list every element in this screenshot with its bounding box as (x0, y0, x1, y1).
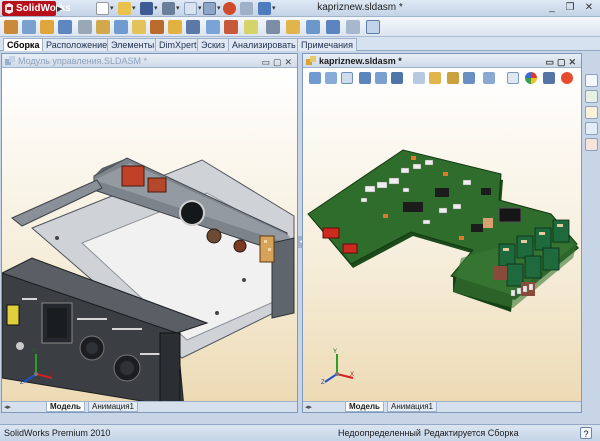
interference-detection-icon[interactable] (244, 20, 258, 34)
assembly-visualization-icon[interactable] (346, 20, 360, 34)
title-bar: SolidWorks ▶ ▾ ▾ ▾ ▾ ▾ ▾ ▾ kapriznew.sld… (0, 0, 600, 17)
tab-scroll-arrows-icon[interactable]: ◂▸ (4, 403, 11, 411)
reference-geometry-icon[interactable] (150, 20, 164, 34)
tab-scroll-arrows-icon[interactable]: ◂▸ (305, 403, 312, 411)
left-bottom-tabs: ◂▸ Модель Анимация1 (2, 401, 297, 412)
right-graphics-area[interactable]: Y X Z (303, 68, 581, 412)
edit-component-icon[interactable] (4, 20, 18, 34)
file-explorer-icon[interactable] (585, 106, 598, 119)
tab-evaluate[interactable]: Анализировать (228, 38, 300, 51)
coordinate-triad-icon (324, 354, 354, 383)
axis-label-x: X (350, 372, 355, 378)
show-hidden-icon[interactable] (114, 20, 128, 34)
axis-label-y: Y (32, 349, 37, 355)
axis-label-x: X (49, 372, 54, 378)
exploded-view-icon[interactable] (206, 20, 220, 34)
right-window-title-bar[interactable]: kapriznew.sldasm * ▭▢✕ (303, 54, 581, 68)
view-palette-icon[interactable] (585, 122, 598, 135)
document-title: kapriznew.sldasm * (317, 2, 403, 13)
smart-fasteners-icon[interactable] (78, 20, 92, 34)
bill-of-materials-icon[interactable] (186, 20, 200, 34)
linear-pattern-icon[interactable] (58, 20, 72, 34)
explode-line-sketch-icon[interactable] (224, 20, 238, 34)
axis-label-z: Z (20, 380, 24, 386)
close-button[interactable]: ✕ (581, 2, 597, 15)
insert-components-icon[interactable] (22, 20, 36, 34)
right-bottom-tabs: ◂▸ Модель Анимация1 (303, 401, 581, 412)
tab-dimxpert[interactable]: DimXpert (155, 38, 201, 51)
coordinate-triad-icon (23, 354, 53, 383)
status-definition-state: Недоопределенный (338, 428, 421, 438)
measure-icon[interactable] (306, 20, 320, 34)
tab-features[interactable]: Элементы (107, 38, 159, 51)
tab-assembly[interactable]: Сборка (3, 38, 44, 51)
tab-layout[interactable]: Расположение (42, 38, 112, 51)
hole-alignment-icon[interactable] (286, 20, 300, 34)
command-manager-toolbar (0, 17, 600, 37)
maximize-button[interactable]: ❐ (562, 2, 578, 15)
appearances-icon[interactable] (585, 138, 598, 151)
axis-label-z: Z (321, 380, 325, 386)
tab-sketch[interactable]: Эскиз (197, 38, 230, 51)
resources-icon[interactable] (585, 74, 598, 87)
axis-label-y: Y (333, 349, 338, 355)
right-window-title: kapriznew.sldasm * (319, 56, 402, 66)
assembly-document-icon (306, 56, 316, 65)
right-document-window[interactable]: kapriznew.sldasm * ▭▢✕ Y X Z ◂▸ Модель А… (302, 53, 582, 413)
task-pane (583, 70, 600, 160)
right-window-controls[interactable]: ▭▢✕ (545, 55, 579, 69)
mate-icon[interactable] (40, 20, 54, 34)
status-product: SolidWorks Premium 2010 (4, 428, 111, 438)
move-component-icon[interactable] (96, 20, 110, 34)
minimize-button[interactable]: _ (544, 2, 560, 15)
left-graphics-area[interactable]: Y X Z (2, 68, 297, 412)
mass-properties-icon[interactable] (326, 20, 340, 34)
status-bar: SolidWorks Premium 2010 Недоопределенный… (0, 424, 600, 441)
assembly-document-icon (5, 56, 15, 65)
left-document-window[interactable]: Модуль управления.SLDASM * ▭▢✕ Y X Z ◂▸ … (1, 53, 298, 413)
left-window-controls[interactable]: ▭▢✕ (261, 55, 295, 69)
tab-model[interactable]: Модель (46, 402, 85, 412)
status-editing-mode: Редактируется Сборка (424, 428, 519, 438)
tab-animation[interactable]: Анимация1 (387, 402, 438, 412)
left-window-title: Модуль управления.SLDASM * (18, 56, 148, 66)
command-manager-tabs: Сборка Расположение Элементы DimXpert Эс… (0, 37, 600, 51)
clearance-verification-icon[interactable] (266, 20, 280, 34)
design-library-icon[interactable] (585, 90, 598, 103)
large-design-review-icon[interactable] (366, 20, 380, 34)
tab-animation[interactable]: Анимация1 (88, 402, 139, 412)
tab-markup[interactable]: Примечания (297, 38, 357, 51)
help-button[interactable]: ? (580, 427, 592, 439)
new-motion-study-icon[interactable] (168, 20, 182, 34)
left-window-title-bar[interactable]: Модуль управления.SLDASM * ▭▢✕ (2, 54, 297, 68)
assembly-features-icon[interactable] (132, 20, 146, 34)
tab-model[interactable]: Модель (345, 402, 384, 412)
